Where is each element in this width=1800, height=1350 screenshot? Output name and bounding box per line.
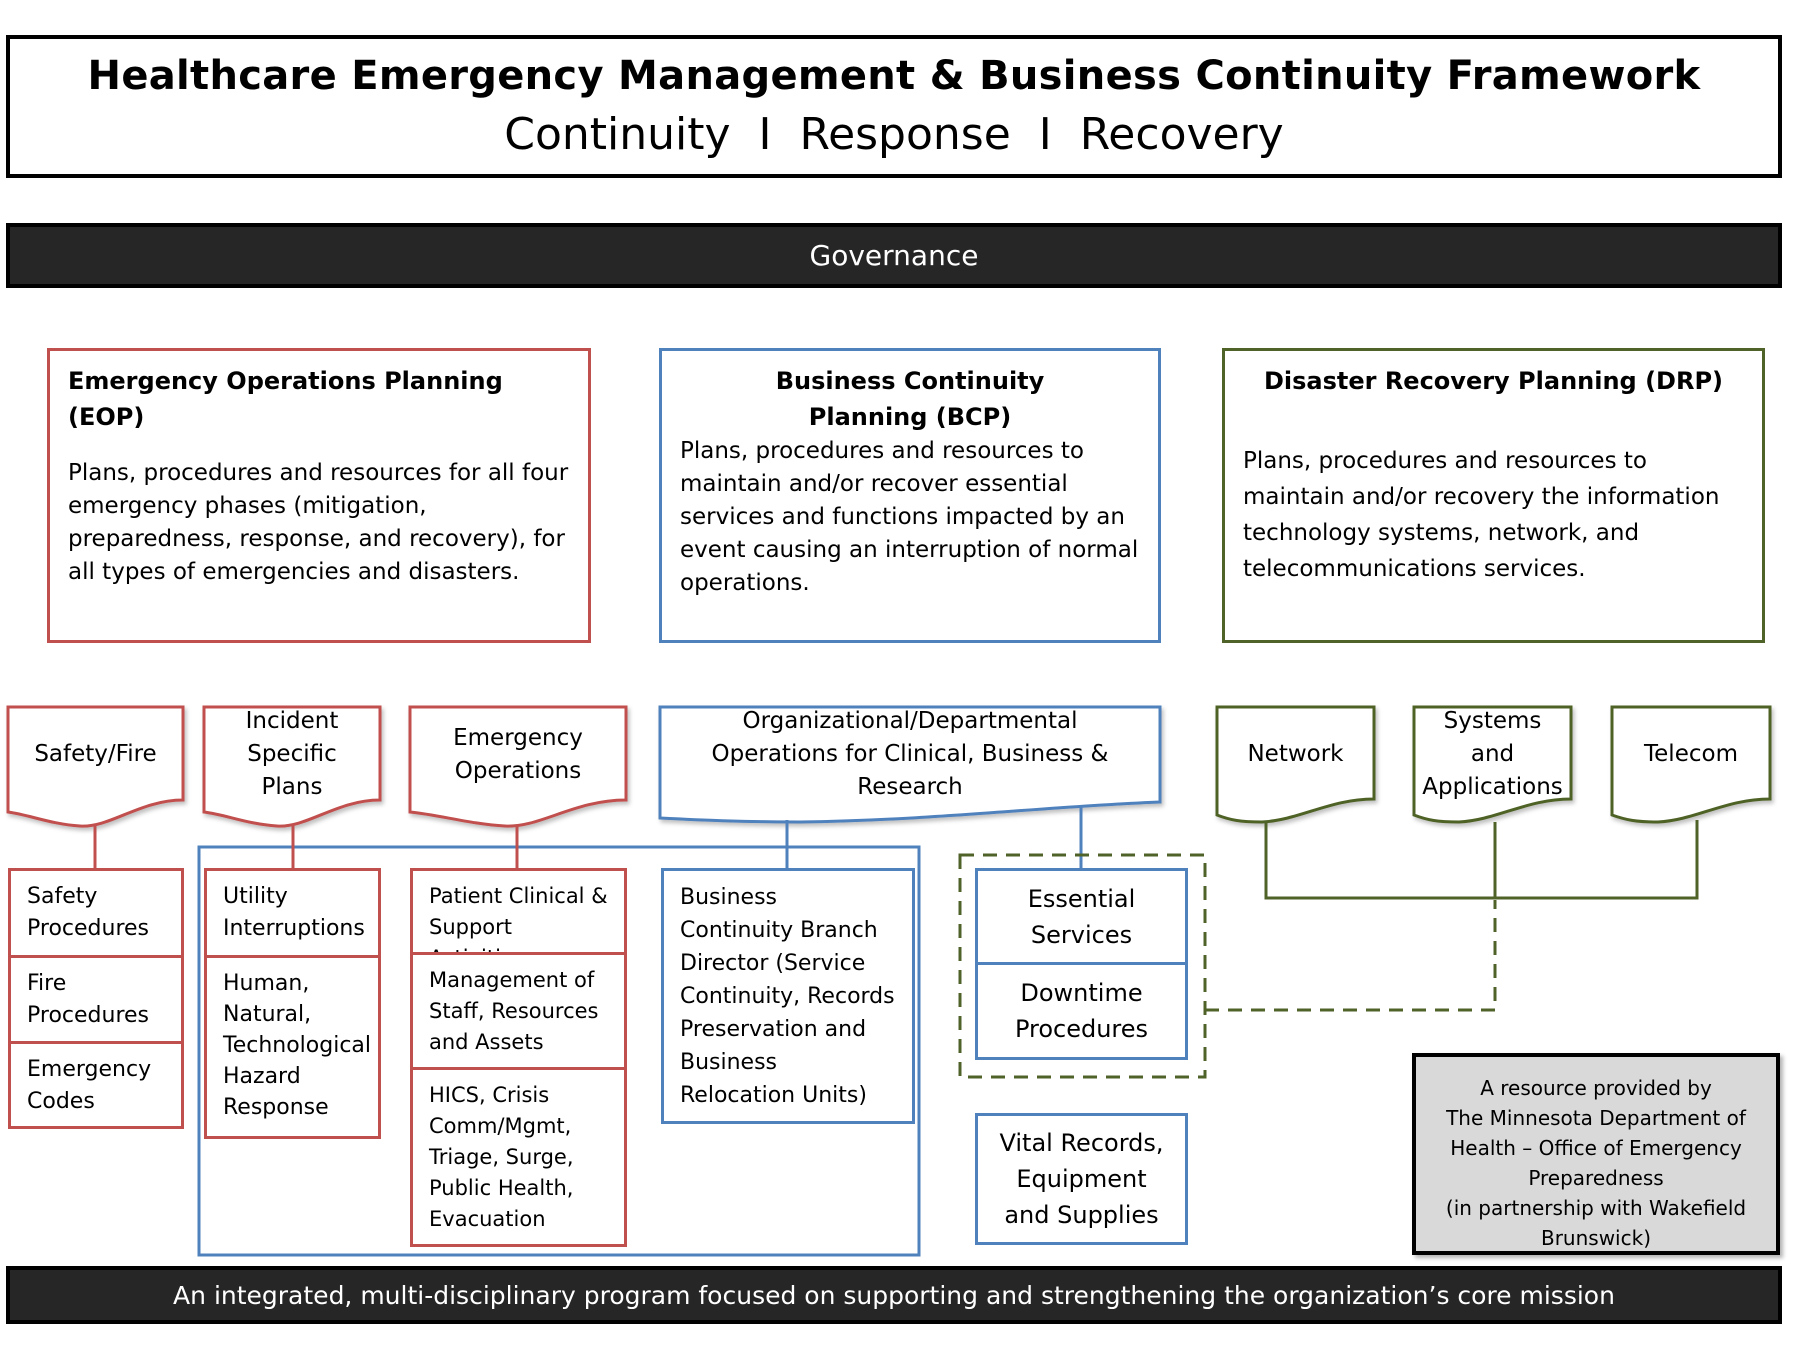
governance-label: Governance [809,239,979,272]
item-utility-interruptions: Utility Interruptions [204,868,381,958]
resource-line: Preparedness [1528,1166,1664,1190]
eop-title: Emergency Operations Planning (EOP) [68,367,503,431]
resource-line: Health – Office of Emergency [1450,1136,1742,1160]
item-bc-branch-director: Business Continuity Branch Director (Ser… [661,868,915,1124]
doc-label-emergency-ops: Emergency Operations [453,724,583,784]
drp-title: Disaster Recovery Planning (DRP) [1263,367,1724,395]
item-emergency-codes: Emergency Codes [8,1041,184,1129]
item-essential-services: Essential Services [975,868,1188,965]
mission-label: An integrated, multi-disciplinary progra… [173,1280,1615,1310]
doc-label-org-operations: Organizational/Departmental Operations f… [711,708,1109,800]
item-vital-records: Vital Records, Equipment and Supplies [975,1113,1188,1245]
mission-bar: An integrated, multi-disciplinary progra… [6,1266,1782,1324]
doc-label-safety-fire: Safety/Fire [34,741,157,767]
drp-box: Disaster Recovery Planning (DRP) Plans, … [1222,348,1765,643]
item-fire-procedures: Fire Procedures [8,955,184,1044]
resource-line: Brunswick) [1540,1226,1651,1250]
item-management-staff: Management of Staff, Resources and Asset… [410,952,627,1070]
bcp-box: Business Continuity Planning (BCP) Plans… [659,348,1161,643]
resource-line: The Minnesota Department of [1446,1106,1746,1130]
bcp-description: Plans, procedures and resources to maint… [680,438,1139,596]
resource-credit-box: A resource provided by The Minnesota Dep… [1412,1053,1780,1255]
item-hics-crisis: HICS, Crisis Comm/Mgmt, Triage, Surge, P… [410,1067,627,1247]
resource-line: A resource provided by [1480,1076,1712,1100]
drp-description: Plans, procedures and resources to maint… [1243,448,1720,582]
doc-label-incident-plans: Incident Specific Plans [245,708,339,800]
item-patient-clinical: Patient Clinical & Support Activities [410,868,627,970]
doc-label-telecom: Telecom [1644,741,1738,767]
page-subtitle: Continuity I Response I Recovery [504,109,1284,160]
item-safety-procedures: Safety Procedures [8,868,184,958]
page-title: Healthcare Emergency Management & Busine… [87,53,1701,99]
title-box: Healthcare Emergency Management & Busine… [6,35,1782,178]
bcp-title: Business Continuity Planning (BCP) [775,367,1045,431]
doc-label-systems: Systems and Applications [1422,708,1563,800]
item-hazard-response: Human, Natural, Technological Hazard Res… [204,955,381,1139]
eop-description: Plans, procedures and resources for all … [68,460,569,585]
governance-bar: Governance [6,223,1782,288]
resource-line: (in partnership with Wakefield [1445,1196,1747,1220]
item-downtime-procedures: Downtime Procedures [975,962,1188,1060]
eop-box: Emergency Operations Planning (EOP) Plan… [47,348,591,643]
doc-label-network: Network [1247,741,1344,767]
